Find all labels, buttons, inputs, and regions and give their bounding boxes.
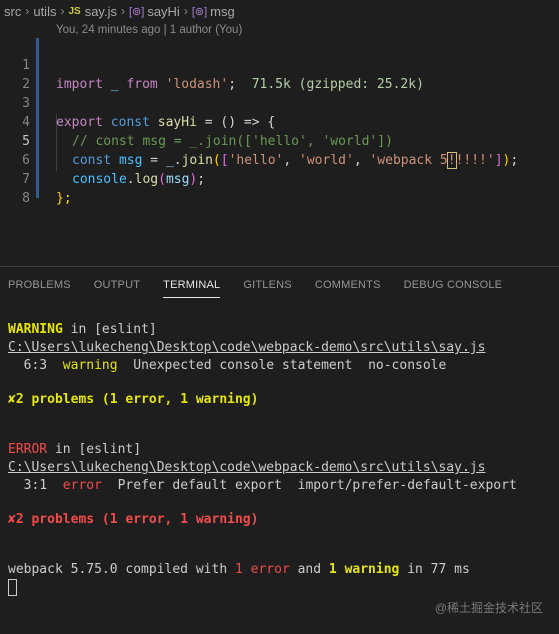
tab-comments[interactable]: COMMENTS — [315, 267, 381, 303]
code-line: 8 — [0, 170, 559, 206]
terminal-cursor — [8, 578, 17, 597]
chevron-right-icon: › — [60, 4, 65, 18]
cross-icon: ✘ — [8, 392, 16, 407]
tab-terminal[interactable]: TERMINAL — [163, 267, 221, 303]
chevron-right-icon: › — [120, 4, 125, 18]
panel-tabs: PROBLEMS OUTPUT TERMINAL GITLENS COMMENT… — [0, 267, 559, 303]
tab-debug-console[interactable]: DEBUG CONSOLE — [404, 267, 503, 303]
code-line: 4 // const msg = _.join(['hello', 'world… — [0, 94, 559, 149]
terminal-line: ✘2 problems (1 error, 1 warning) — [8, 392, 259, 407]
git-blame-annotation[interactable]: You, 24 minutes ago | 1 author (You) — [56, 24, 242, 36]
tab-output[interactable]: OUTPUT — [94, 267, 140, 303]
terminal-line: 6:3 warning Unexpected console statement… — [23, 358, 447, 373]
code-line: 7 }; — [0, 151, 559, 206]
code-line: 3 export const sayHi = () => { — [0, 75, 559, 130]
watermark: @稀土掘金技术社区 — [434, 601, 543, 615]
code-line: 1 import _ from 'lodash'; 71.5k (gzipped… — [0, 37, 559, 92]
breadcrumb-utils[interactable]: utils — [33, 4, 56, 19]
variable-symbol-icon: [⊚] — [191, 5, 208, 18]
code-line-active: 5 const msg = _.join(['hello', 'world', … — [0, 113, 559, 169]
file-path-link[interactable]: C:\Users\lukecheng\Desktop\code\webpack-… — [8, 340, 485, 355]
chevron-right-icon: › — [183, 4, 188, 18]
terminal-line: ERROR in [eslint] — [8, 442, 142, 457]
terminal-line: 3:1 error Prefer default export import/p… — [23, 478, 517, 493]
terminal-line: webpack 5.75.0 compiled with 1 error and… — [8, 562, 470, 577]
js-file-icon: JS — [68, 5, 81, 17]
bottom-panel: PROBLEMS OUTPUT TERMINAL GITLENS COMMENT… — [0, 266, 559, 634]
terminal-line: C:\Users\lukecheng\Desktop\code\webpack-… — [8, 338, 485, 357]
terminal-line: ✘2 problems (1 error, 1 warning) — [8, 512, 259, 527]
variable-symbol-icon: [⊚] — [128, 5, 145, 18]
file-path-link[interactable]: C:\Users\lukecheng\Desktop\code\webpack-… — [8, 460, 485, 475]
tab-gitlens[interactable]: GITLENS — [243, 267, 291, 303]
chevron-right-icon: › — [25, 4, 30, 18]
code-line: 2 — [0, 56, 559, 92]
code-editor[interactable]: You, 24 minutes ago | 1 author (You) 1 i… — [0, 22, 559, 266]
terminal-line: WARNING in [eslint] — [8, 322, 157, 337]
code-line: 6 console.log(msg); — [0, 132, 559, 187]
breadcrumb-symbol-sayhi[interactable]: sayHi — [147, 4, 180, 19]
line-number: 8 — [22, 191, 30, 206]
breadcrumb-file[interactable]: say.js — [85, 4, 117, 19]
tab-problems[interactable]: PROBLEMS — [8, 267, 71, 303]
terminal-line: C:\Users\lukecheng\Desktop\code\webpack-… — [8, 458, 485, 477]
breadcrumb: src › utils › JS say.js › [⊚] sayHi › [⊚… — [0, 0, 559, 22]
breadcrumb-symbol-msg[interactable]: msg — [210, 4, 235, 19]
cross-icon: ✘ — [8, 512, 16, 527]
breadcrumb-src[interactable]: src — [4, 4, 21, 19]
